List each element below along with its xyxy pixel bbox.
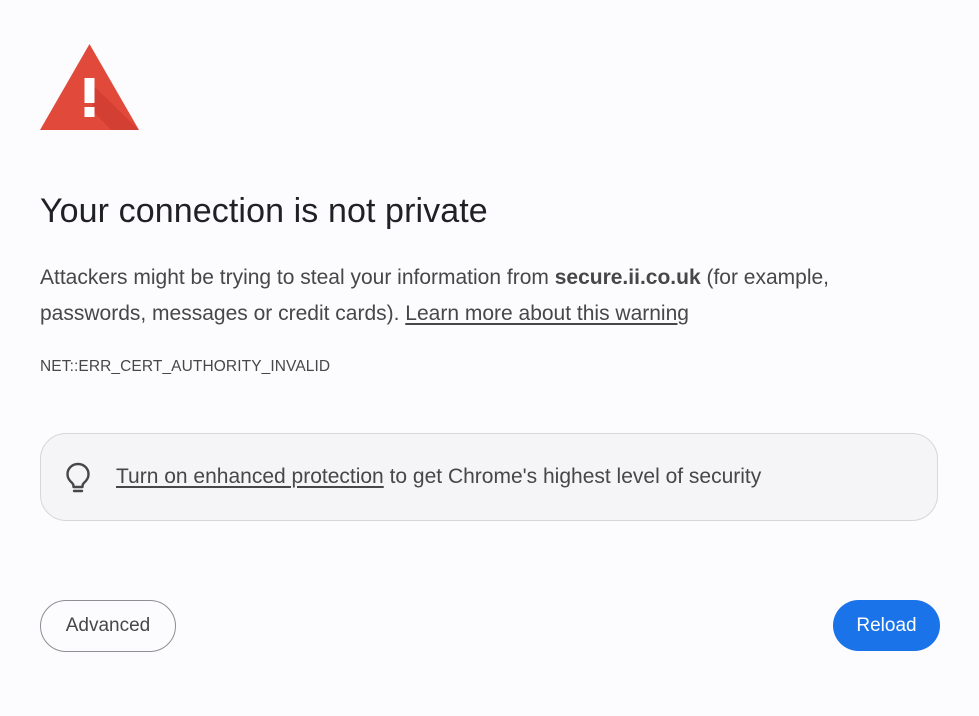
protection-message: Turn on enhanced protection to get Chrom… [116, 463, 761, 491]
protection-suffix: to get Chrome's highest level of securit… [383, 465, 762, 488]
interstitial-page: Your connection is not private Attackers… [0, 0, 979, 716]
enhanced-protection-banner: Turn on enhanced protection to get Chrom… [40, 433, 938, 521]
reload-button[interactable]: Reload [833, 600, 940, 651]
lightbulb-icon [66, 462, 90, 493]
error-code: NET::ERR_CERT_AUTHORITY_INVALID [40, 358, 331, 375]
enhanced-protection-link[interactable]: Turn on enhanced protection [116, 465, 384, 488]
advanced-button[interactable]: Advanced [40, 600, 176, 652]
page-title: Your connection is not private [40, 192, 488, 230]
message-text: Attackers might be trying to steal your … [40, 266, 555, 289]
learn-more-link[interactable]: Learn more about this warning [405, 302, 689, 325]
warning-triangle-icon [40, 44, 139, 130]
site-domain: secure.ii.co.uk [554, 266, 701, 289]
warning-message: Attackers might be trying to steal your … [40, 260, 920, 332]
